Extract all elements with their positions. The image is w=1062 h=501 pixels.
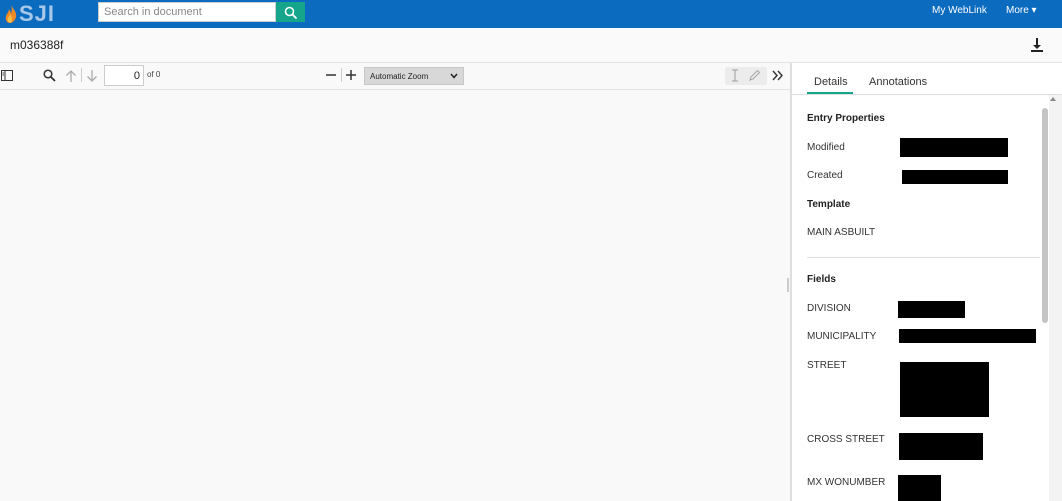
modified-label: Modified <box>807 142 845 153</box>
document-canvas[interactable] <box>0 91 790 501</box>
panel-resize-handle[interactable] <box>787 278 789 292</box>
panel-scrollbar-track[interactable] <box>1049 95 1062 501</box>
field-label-division: DIVISION <box>807 303 851 314</box>
redacted-value <box>898 301 965 318</box>
page-number-input[interactable] <box>104 65 144 86</box>
panel-scrollbar-thumb[interactable] <box>1042 108 1048 323</box>
download-icon[interactable] <box>1030 37 1044 53</box>
panel-tabs: Details Annotations <box>792 63 1062 95</box>
field-label-municipality: MUNICIPALITY <box>807 331 877 342</box>
zoom-in-icon[interactable] <box>345 69 357 81</box>
template-heading: Template <box>807 199 851 210</box>
zoom-out-icon[interactable] <box>325 69 337 81</box>
tab-annotations[interactable]: Annotations <box>869 76 927 88</box>
document-title: m036388f <box>10 38 64 52</box>
field-label-mx-wonumber: MX WONUMBER <box>807 477 886 488</box>
redacted-value <box>902 170 1008 184</box>
toolbar-separator <box>81 68 82 82</box>
text-select-icon[interactable] <box>729 69 741 82</box>
redacted-value <box>899 433 983 460</box>
more-tools-icon[interactable] <box>771 69 784 81</box>
previous-page-icon[interactable] <box>65 68 77 83</box>
sji-logo[interactable]: SJI <box>4 2 55 26</box>
redacted-value <box>900 362 989 417</box>
pdf-viewer[interactable]: of 0 Automatic Zoom <box>0 63 790 501</box>
details-panel: Details Annotations Entry Properties Mod… <box>792 63 1062 501</box>
pdf-toolbar: of 0 Automatic Zoom <box>0 63 790 90</box>
draw-icon[interactable] <box>748 68 761 82</box>
top-navigation-bar: SJI My WebLink More ▾ <box>0 0 1062 28</box>
zoom-select-value: Automatic Zoom <box>370 71 429 81</box>
zoom-select[interactable]: Automatic Zoom <box>364 67 464 85</box>
flame-icon <box>5 5 17 23</box>
redacted-value <box>900 138 1008 157</box>
more-menu[interactable]: More ▾ <box>1006 0 1037 22</box>
chevron-down-icon <box>450 73 458 79</box>
toolbar-separator <box>341 68 342 82</box>
template-value: MAIN ASBUILT <box>807 227 876 238</box>
section-divider <box>807 257 1040 258</box>
active-tab-indicator <box>807 92 853 94</box>
redacted-value <box>898 475 941 501</box>
search-input[interactable] <box>98 2 276 22</box>
created-label: Created <box>807 170 843 181</box>
search-button[interactable] <box>276 2 305 22</box>
scroll-up-icon[interactable] <box>1050 97 1056 101</box>
sidebar-toggle-icon[interactable] <box>1 69 13 81</box>
my-weblink-link[interactable]: My WebLink <box>932 0 987 22</box>
logo-text: SJI <box>19 1 56 26</box>
next-page-icon[interactable] <box>86 68 98 83</box>
find-icon[interactable] <box>43 69 56 82</box>
tab-details[interactable]: Details <box>814 76 848 88</box>
field-label-cross-street: CROSS STREET <box>807 434 885 445</box>
document-title-bar: m036388f <box>0 28 1062 63</box>
redacted-value <box>899 329 1036 343</box>
page-count: of 0 <box>147 70 161 79</box>
field-label-street: STREET <box>807 360 847 371</box>
search-icon <box>284 6 297 19</box>
fields-heading: Fields <box>807 274 836 285</box>
entry-properties-heading: Entry Properties <box>807 113 885 124</box>
